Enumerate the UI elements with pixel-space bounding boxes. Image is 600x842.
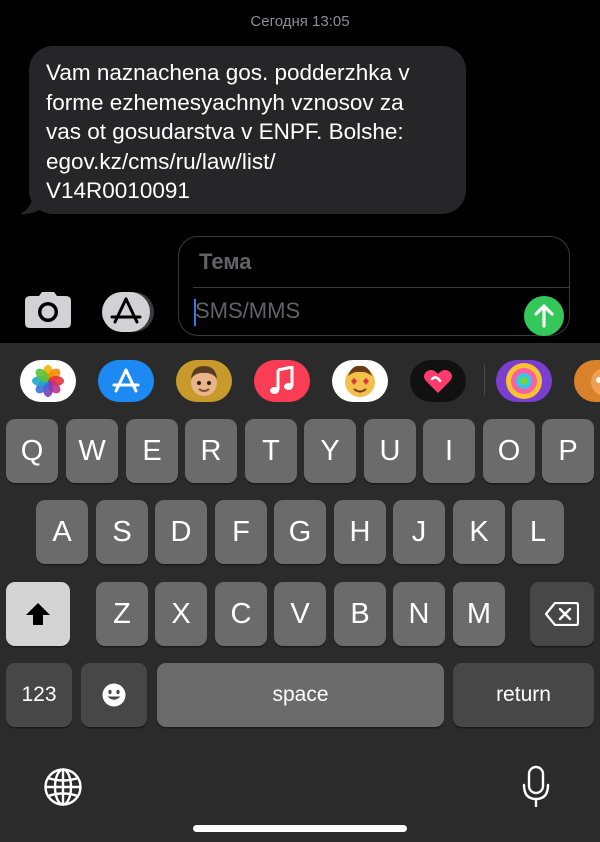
- app-store-button[interactable]: [100, 290, 156, 334]
- key-s[interactable]: S: [96, 500, 148, 564]
- music-app-icon[interactable]: [254, 360, 310, 402]
- message-input[interactable]: SMS/MMS: [195, 298, 300, 324]
- key-p[interactable]: P: [542, 419, 594, 483]
- key-x[interactable]: X: [155, 582, 207, 646]
- backspace-icon: [545, 602, 579, 626]
- camera-icon: [25, 292, 71, 328]
- compose-box[interactable]: Тема SMS/MMS: [178, 236, 570, 336]
- numbers-key[interactable]: 123: [6, 663, 72, 727]
- key-o[interactable]: O: [483, 419, 535, 483]
- animoji-app-icon[interactable]: [332, 360, 388, 402]
- message-bubble[interactable]: Vam naznachena gos. podderzhka v forme e…: [29, 46, 466, 214]
- key-j[interactable]: J: [393, 500, 445, 564]
- dictation-button[interactable]: [516, 762, 556, 812]
- digital-touch-app-icon[interactable]: [410, 360, 466, 402]
- app-strip: [0, 343, 600, 418]
- key-b[interactable]: B: [334, 582, 386, 646]
- shift-key[interactable]: [6, 582, 70, 646]
- app-strip-divider: [484, 365, 485, 395]
- space-key[interactable]: space: [157, 663, 444, 727]
- delete-key[interactable]: [530, 582, 594, 646]
- app-store-app-icon[interactable]: [98, 360, 154, 402]
- key-k[interactable]: K: [453, 500, 505, 564]
- game-app-icon[interactable]: [496, 360, 552, 402]
- key-i[interactable]: I: [423, 419, 475, 483]
- key-u[interactable]: U: [364, 419, 416, 483]
- key-l[interactable]: L: [512, 500, 564, 564]
- subject-field[interactable]: Тема: [199, 249, 252, 275]
- microphone-icon: [522, 765, 550, 807]
- key-g[interactable]: G: [274, 500, 326, 564]
- key-c[interactable]: C: [215, 582, 267, 646]
- arrow-up-icon: [534, 304, 554, 328]
- emoji-key[interactable]: [81, 663, 147, 727]
- key-t[interactable]: T: [245, 419, 297, 483]
- return-key[interactable]: return: [453, 663, 594, 727]
- compose-divider: [193, 287, 569, 288]
- key-d[interactable]: D: [155, 500, 207, 564]
- smiley-icon: [102, 683, 126, 707]
- key-z[interactable]: Z: [96, 582, 148, 646]
- photos-app-icon[interactable]: [20, 360, 76, 402]
- app-store-icon: [102, 292, 154, 332]
- memoji-app-icon[interactable]: [176, 360, 232, 402]
- camera-button[interactable]: [22, 290, 74, 330]
- key-n[interactable]: N: [393, 582, 445, 646]
- globe-icon: [44, 768, 82, 806]
- key-w[interactable]: W: [66, 419, 118, 483]
- shift-arrow-icon: [26, 603, 50, 625]
- key-r[interactable]: R: [185, 419, 237, 483]
- home-indicator[interactable]: [193, 825, 407, 832]
- key-a[interactable]: A: [36, 500, 88, 564]
- animal-game-app-icon[interactable]: [574, 360, 600, 402]
- key-v[interactable]: V: [274, 582, 326, 646]
- key-y[interactable]: Y: [304, 419, 356, 483]
- globe-button[interactable]: [40, 764, 86, 810]
- timestamp: Сегодня 13:05: [250, 13, 350, 30]
- key-q[interactable]: Q: [6, 419, 58, 483]
- key-m[interactable]: M: [453, 582, 505, 646]
- keyboard: Q W E R T Y U I O P A S D F G H J K L Z …: [0, 343, 600, 842]
- key-f[interactable]: F: [215, 500, 267, 564]
- send-button[interactable]: [524, 296, 564, 336]
- key-e[interactable]: E: [126, 419, 178, 483]
- text-caret: [194, 299, 196, 326]
- key-h[interactable]: H: [334, 500, 386, 564]
